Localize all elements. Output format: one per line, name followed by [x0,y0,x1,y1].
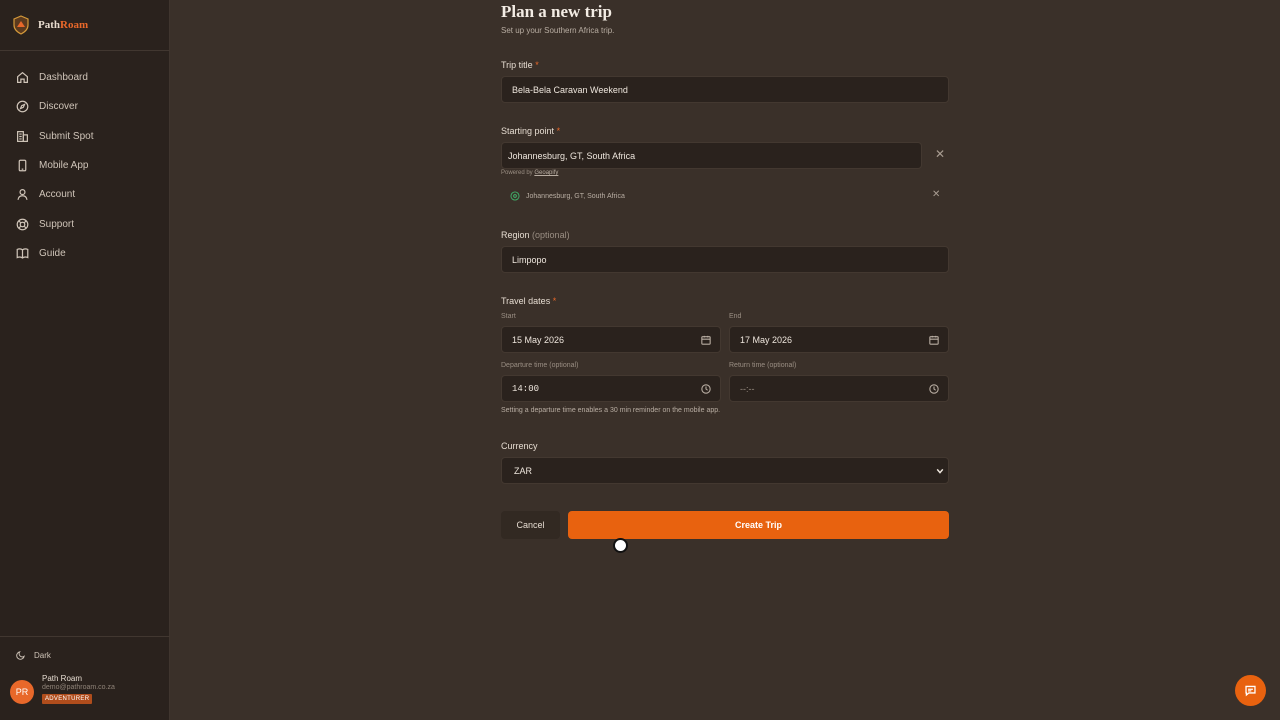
sidebar-item-discover[interactable]: Discover [0,92,170,121]
end-date-input[interactable]: 17 May 2026 [729,326,949,353]
clock-icon[interactable] [929,384,939,394]
sidebar-item-label: Account [39,189,76,201]
user-name: Path Roam [42,674,83,683]
start-date-input[interactable]: 15 May 2026 [501,326,721,353]
departure-time-value: 14:00 [512,383,540,394]
sidebar-nav: Dashboard Discover Submit Spot Mobile Ap… [0,63,170,268]
return-time-value: --:-- [740,383,755,394]
start-date-value: 15 May 2026 [512,334,565,345]
clock-icon[interactable] [701,384,711,394]
sidebar-item-support[interactable]: Support [0,209,170,238]
remove-suggestion-icon[interactable]: ✕ [932,189,940,200]
currency-select[interactable]: ZAR [501,457,949,484]
user-icon [17,189,28,201]
page-title: Plan a new trip [501,2,612,21]
divider [0,50,170,51]
sidebar-item-submit-spot[interactable]: Submit Spot [0,122,170,151]
sidebar-item-label: Discover [39,101,78,113]
user-email: demo@pathroam.co.za [42,684,115,691]
brand-name: PathRoam [38,19,89,31]
book-icon [16,248,29,259]
sidebar-item-label: Support [39,218,75,230]
geoapify-link[interactable]: Geoapify [534,170,558,176]
end-date-label: End [729,313,742,320]
divider [0,636,170,637]
home-icon [17,71,28,84]
theme-label: Dark [34,650,51,660]
suggestion-text: Johannesburg, GT, South Africa [526,192,625,200]
sidebar-item-guide[interactable]: Guide [0,239,170,268]
sidebar-item-label: Guide [39,247,66,259]
compass-icon [16,101,29,113]
theme-toggle[interactable]: Dark [16,650,51,660]
starting-point-label: Starting point * [501,126,561,136]
return-time-input[interactable]: --:-- [729,375,949,402]
cancel-button[interactable]: Cancel [501,511,560,539]
sidebar-item-label: Mobile App [39,160,89,172]
currency-value: ZAR [514,465,532,476]
sidebar: PathRoam Dashboard Discover Submit Spot … [0,0,170,720]
trip-title-input[interactable]: Bela-Bela Caravan Weekend [501,76,949,103]
return-time-label: Return time (optional) [729,362,797,369]
departure-time-input[interactable]: 14:00 [501,375,721,402]
sidebar-item-label: Submit Spot [39,130,94,142]
sidebar-item-label: Dashboard [39,72,88,84]
region-label: Region (optional) [501,230,570,240]
avatar: PR [10,680,34,704]
lifebuoy-icon [16,218,29,231]
start-date-label: Start [501,313,516,320]
departure-time-label: Departure time (optional) [501,362,579,369]
sidebar-item-dashboard[interactable]: Dashboard [0,63,170,92]
moon-icon [16,651,25,660]
sidebar-item-account[interactable]: Account [0,180,170,209]
departure-hint: Setting a departure time enables a 30 mi… [501,407,721,414]
page-subtitle: Set up your Southern Africa trip. [501,26,615,35]
calendar-icon[interactable] [929,335,939,345]
trip-title-label: Trip title * [501,60,539,70]
travel-dates-label: Travel dates * [501,296,557,306]
brand[interactable]: PathRoam [12,14,88,36]
currency-label: Currency [501,441,538,451]
sidebar-item-mobile-app[interactable]: Mobile App [0,151,170,180]
user-badge: ADVENTURER [42,694,93,704]
phone-icon [18,159,27,172]
powered-by: Powered by Geoapify [501,170,559,176]
end-date-value: 17 May 2026 [740,334,793,345]
chat-button[interactable] [1235,675,1266,706]
building-icon [17,130,28,142]
mouse-cursor [613,538,628,553]
region-input[interactable]: Limpopo [501,246,949,273]
clear-starting-point-icon[interactable]: ✕ [935,147,945,161]
starting-point-input[interactable]: Johannesburg, GT, South Africa [501,142,922,169]
chat-icon [1245,685,1256,697]
logo-icon [13,15,29,35]
chevron-down-icon [936,468,944,474]
location-pin-icon [510,191,520,201]
location-suggestion[interactable]: Johannesburg, GT, South Africa [501,184,949,208]
user-profile[interactable]: PR Path Roam demo@pathroam.co.za ADVENTU… [10,674,115,704]
calendar-icon[interactable] [701,335,711,345]
create-trip-button[interactable]: Create Trip [568,511,949,539]
